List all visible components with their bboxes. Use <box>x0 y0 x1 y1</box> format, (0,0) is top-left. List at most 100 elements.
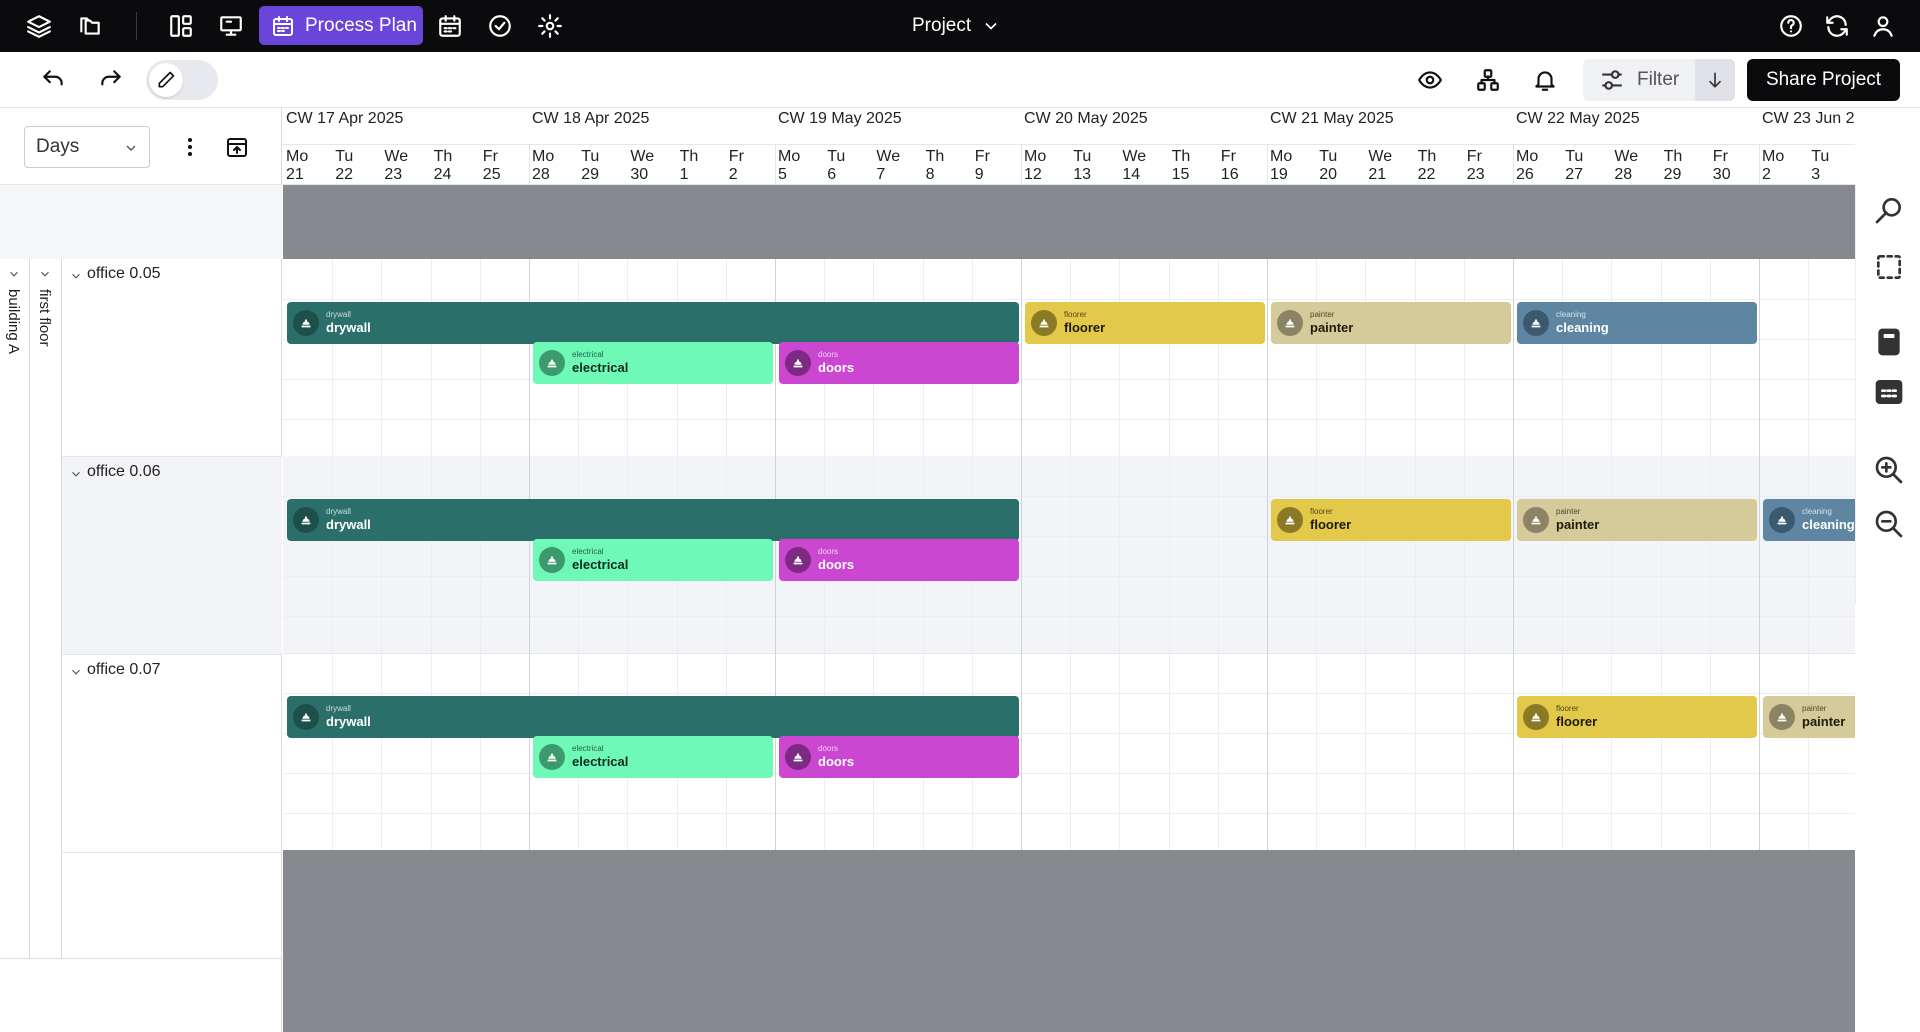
task-category-label: drywall <box>326 704 351 713</box>
edit-mode-toggle[interactable] <box>146 60 218 100</box>
zoom-out-icon[interactable] <box>1872 507 1906 541</box>
lane-gridline <box>283 496 1855 497</box>
task-bar-drywall[interactable]: drywall drywall <box>287 696 1019 738</box>
task-bar-painter[interactable]: painter painter <box>1271 302 1511 344</box>
chevron-down-icon[interactable] <box>69 467 83 481</box>
day-name-label: Th <box>925 148 945 165</box>
day-number-label: 22 <box>335 166 353 183</box>
refresh-icon[interactable] <box>1820 9 1854 43</box>
room-label[interactable]: office 0.06 <box>87 463 161 481</box>
view-scale-select[interactable]: Days <box>24 126 150 168</box>
task-title-label: painter <box>1556 517 1600 532</box>
view-scale-value: Days <box>36 136 80 157</box>
day-name-label: Fr <box>1466 148 1482 165</box>
task-bar-painter[interactable]: painter painter <box>1763 696 1855 738</box>
task-category-label: drywall <box>326 507 351 516</box>
day-number-label: 12 <box>1024 166 1042 183</box>
task-bar-drywall[interactable]: drywall drywall <box>287 302 1019 344</box>
task-bar-floorer[interactable]: floorer floorer <box>1517 696 1757 738</box>
share-project-button[interactable]: Share Project <box>1747 59 1900 101</box>
task-bar-doors[interactable]: doors doors <box>779 736 1019 778</box>
day-number-label: 20 <box>1319 166 1337 183</box>
task-category-label: electrical <box>572 744 604 753</box>
task-bar-floorer[interactable]: floorer floorer <box>1025 302 1265 344</box>
filter-label: Filter <box>1637 69 1680 90</box>
day-name-label: Mo <box>1516 148 1539 165</box>
task-bar-painter[interactable]: painter painter <box>1517 499 1757 541</box>
day-number-label: 21 <box>286 166 304 183</box>
right-tool-rail <box>1855 185 1920 605</box>
day-name-label: We <box>630 148 655 165</box>
calendar-grid-icon[interactable] <box>1872 375 1906 409</box>
room-label[interactable]: office 0.05 <box>87 265 161 283</box>
gear-icon[interactable] <box>533 9 567 43</box>
room-label[interactable]: office 0.07 <box>87 661 161 679</box>
jump-to-today-icon[interactable] <box>222 132 252 162</box>
divider <box>283 144 1855 145</box>
day-number-label: 30 <box>630 166 649 183</box>
task-bar-electrical[interactable]: electrical electrical <box>533 539 773 581</box>
timeline-header: CW 17 Apr 2025 CW 18 Apr 2025 CW 19 May 20… <box>283 108 1855 185</box>
help-icon[interactable] <box>1774 9 1808 43</box>
task-bar-drywall[interactable]: drywall drywall <box>287 499 1019 541</box>
filter-dropdown-button[interactable] <box>1695 59 1735 101</box>
calendar-week-label: CW 18 Apr 2025 <box>532 110 650 127</box>
day-number-label: 15 <box>1171 166 1190 183</box>
layout-icon[interactable] <box>164 9 198 43</box>
calendar-icon[interactable] <box>433 9 467 43</box>
day-number-label: 5 <box>778 166 787 183</box>
task-bar-doors[interactable]: doors doors <box>779 539 1019 581</box>
tab-process-plan[interactable]: Process Plan <box>259 6 423 45</box>
day-name-label: Fr <box>974 148 990 165</box>
filter-button[interactable]: Filter <box>1583 59 1735 101</box>
timeline-row-office-0-06 <box>283 456 1855 654</box>
project-selector[interactable]: Project <box>912 12 1001 40</box>
more-options-icon[interactable] <box>178 132 202 162</box>
check-circle-icon[interactable] <box>483 9 517 43</box>
task-bar-cleaning[interactable]: cleaning cleaning <box>1763 499 1855 541</box>
chevron-down-icon[interactable] <box>7 267 21 281</box>
undo-icon[interactable] <box>36 63 70 97</box>
task-bar-doors[interactable]: doors doors <box>779 342 1019 384</box>
day-name-label: Mo <box>286 148 309 165</box>
week-gridline <box>529 259 530 850</box>
worker-icon <box>785 744 811 770</box>
chevron-down-icon[interactable] <box>38 267 52 281</box>
presentation-icon[interactable] <box>214 9 248 43</box>
task-category-label: floorer <box>1310 507 1333 516</box>
lane-gridline <box>283 693 1855 694</box>
task-title-label: doors <box>818 754 855 769</box>
day-number-label: 14 <box>1122 166 1141 183</box>
filter-icon <box>1602 70 1622 90</box>
task-category-label: floorer <box>1064 310 1087 319</box>
task-bar-floorer[interactable]: floorer floorer <box>1271 499 1511 541</box>
floor-label[interactable]: first floor <box>36 289 53 347</box>
redo-icon[interactable] <box>94 63 128 97</box>
bell-icon[interactable] <box>1528 63 1562 97</box>
chevron-down-icon[interactable] <box>69 665 83 679</box>
task-bar-cleaning[interactable]: cleaning cleaning <box>1517 302 1757 344</box>
search-icon[interactable] <box>1872 193 1906 227</box>
day-number-label: 21 <box>1368 166 1387 183</box>
eye-icon[interactable] <box>1413 63 1447 97</box>
select-area-icon[interactable] <box>1872 250 1906 284</box>
day-number-label: 25 <box>482 166 501 183</box>
hierarchy-icon[interactable] <box>1471 63 1505 97</box>
calculator-icon[interactable] <box>1872 325 1906 359</box>
day-name-label: Th <box>1171 148 1191 165</box>
layers-icon[interactable] <box>22 9 56 43</box>
folders-icon[interactable] <box>73 9 107 43</box>
task-category-label: electrical <box>572 350 604 359</box>
user-icon[interactable] <box>1866 9 1900 43</box>
task-bar-electrical[interactable]: electrical electrical <box>533 342 773 384</box>
task-bar-electrical[interactable]: electrical electrical <box>533 736 773 778</box>
calendar-week-label: CW 21 May 2025 <box>1270 110 1394 127</box>
day-number-label: 6 <box>827 166 837 183</box>
task-category-label: painter <box>1802 704 1827 713</box>
zoom-in-icon[interactable] <box>1872 453 1906 487</box>
day-name-label: We <box>1368 148 1393 165</box>
building-label[interactable]: building A <box>5 289 22 354</box>
calendar-week-label: CW 17 Apr 2025 <box>286 110 404 127</box>
chevron-down-icon[interactable] <box>69 269 83 283</box>
day-number-label: 28 <box>532 166 550 183</box>
